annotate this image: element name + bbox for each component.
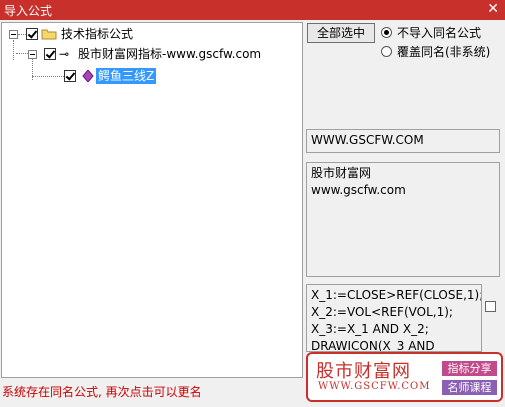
watermark-en: WWW.GSCFW.COM [318, 381, 431, 392]
close-icon[interactable]: ✕ [487, 1, 499, 17]
folder-icon [41, 29, 57, 40]
code-line: X_2:=VOL<REF(VOL,1); [311, 305, 453, 319]
select-all-button[interactable]: 全部选中 [307, 23, 375, 43]
tree-node-root[interactable]: 技术指标公式 [6, 26, 206, 42]
leaf-checkbox[interactable] [64, 70, 76, 82]
description-box: 股市财富网 www.gscfw.com [306, 162, 500, 277]
window-title: 导入公式 [4, 4, 53, 18]
code-line: X_3:=X_1 AND X_2; [311, 322, 429, 336]
watermark-cn: 股市财富网 [316, 361, 411, 382]
watermark-tag: 名师课程 [442, 380, 497, 395]
website-text: WWW.GSCFW.COM [311, 133, 424, 147]
formula-tree[interactable]: 技术指标公式 ⊸ 股市财富网指标-www.gscfw.com 鳄鱼三线Z [1, 22, 303, 378]
radio-no-import[interactable]: 不导入同名公式 [381, 25, 501, 41]
key-icon: ⊸ [59, 47, 70, 61]
collapse-icon[interactable] [28, 50, 37, 59]
code-checkbox[interactable] [485, 301, 496, 312]
root-checkbox[interactable] [26, 28, 38, 40]
child-checkbox[interactable] [44, 48, 56, 60]
tree-node-child-label: 股市财富网指标-www.gscfw.com [78, 47, 262, 61]
formula-icon [82, 70, 94, 82]
code-line: DRAWICON(X_3 AND [311, 339, 435, 352]
radio-no-import-label: 不导入同名公式 [397, 26, 482, 40]
code-line: X_1:=CLOSE>REF(CLOSE,1); [311, 288, 482, 302]
formula-code-box: X_1:=CLOSE>REF(CLOSE,1); X_2:=VOL<REF(VO… [306, 284, 482, 352]
radio-overwrite[interactable]: 覆盖同名(非系统) [381, 44, 503, 60]
description-line: www.gscfw.com [311, 183, 406, 197]
status-message: 系统存在同名公式, 再次点击可以更名 [2, 385, 202, 399]
title-bar: 导入公式 ✕ [0, 0, 505, 20]
tree-node-root-label: 技术指标公式 [61, 27, 134, 41]
radio-overwrite-dot[interactable] [381, 46, 392, 57]
watermark-logo: 股市财富网 WWW.GSCFW.COM 指标分享 名师课程 [306, 352, 503, 402]
watermark-tag: 指标分享 [442, 361, 497, 376]
collapse-icon[interactable] [9, 30, 18, 39]
radio-overwrite-label: 覆盖同名(非系统) [397, 45, 491, 59]
tree-node-child[interactable]: ⊸ 股市财富网指标-www.gscfw.com [6, 46, 296, 62]
radio-no-import-dot[interactable] [381, 27, 392, 38]
tree-node-leaf-label: 鳄鱼三线Z [96, 68, 157, 84]
tree-node-leaf[interactable]: 鳄鱼三线Z [6, 68, 206, 84]
website-field: WWW.GSCFW.COM [306, 129, 500, 153]
description-line: 股市财富网 [311, 166, 372, 180]
